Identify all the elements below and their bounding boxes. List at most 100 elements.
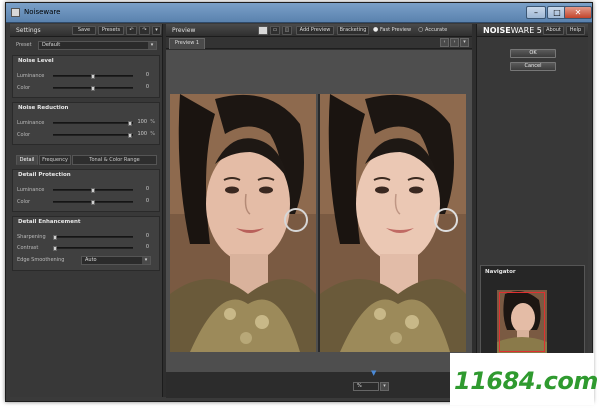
app-icon bbox=[11, 8, 20, 17]
original-photo bbox=[170, 94, 316, 352]
fast-preview-label: Fast Preview bbox=[380, 27, 412, 33]
navigator-panel: Navigator bbox=[480, 265, 585, 363]
split-divider[interactable] bbox=[318, 94, 320, 352]
percent-unit: % bbox=[150, 131, 155, 137]
chevron-down-icon[interactable]: ▾ bbox=[460, 38, 469, 47]
contrast-value: 0 bbox=[145, 244, 149, 250]
detail-protection-color-label: Color bbox=[17, 199, 31, 205]
right-header: NOISEWARE 5 About Help bbox=[477, 24, 588, 37]
ok-button[interactable]: OK bbox=[510, 49, 556, 58]
preset-select[interactable]: Default ▾ bbox=[38, 41, 157, 50]
edge-smoothening-select[interactable]: Auto ▾ bbox=[81, 256, 151, 265]
preset-label: Preset bbox=[16, 42, 32, 48]
settings-header: Settings Save Presets ↶ ↷ ▾ bbox=[10, 24, 162, 37]
chevron-down-icon[interactable]: ▾ bbox=[380, 382, 389, 391]
zoom-value: % bbox=[357, 383, 362, 389]
slider-thumb[interactable] bbox=[91, 74, 95, 79]
slider-thumb[interactable] bbox=[53, 246, 57, 251]
processed-photo bbox=[320, 94, 466, 352]
slider-thumb[interactable] bbox=[53, 235, 57, 240]
navigator-thumbnail[interactable] bbox=[497, 290, 547, 355]
detail-protection-color-row: Color 0 bbox=[17, 197, 155, 208]
help-button[interactable]: Help bbox=[566, 26, 585, 35]
tab-detail[interactable]: Detail bbox=[16, 155, 38, 165]
settings-title: Settings bbox=[16, 27, 41, 34]
noise-reduction-color-slider[interactable] bbox=[53, 133, 133, 138]
preview-panel: Preview ▭ ◫ Add Preview Bracketing ● Fas… bbox=[166, 24, 472, 398]
contrast-slider[interactable] bbox=[53, 246, 133, 251]
detail-tabs: Detail Frequency Tonal & Color Range bbox=[16, 155, 157, 165]
viewport-rectangle[interactable] bbox=[499, 292, 545, 352]
detail-protection-title: Detail Protection bbox=[18, 172, 71, 178]
noise-level-color-value: 0 bbox=[145, 84, 149, 90]
detail-enhancement-title: Detail Enhancement bbox=[18, 219, 81, 225]
slider-thumb[interactable] bbox=[128, 133, 132, 138]
chevron-left-icon[interactable]: ‹ bbox=[440, 38, 449, 47]
noise-reduction-luminance-value: 100 bbox=[137, 119, 147, 125]
noise-reduction-color-label: Color bbox=[17, 132, 31, 138]
noise-level-luminance-slider[interactable] bbox=[53, 74, 133, 79]
portrait-original-image bbox=[170, 94, 316, 352]
slider-thumb[interactable] bbox=[91, 200, 95, 205]
brand-logo: NOISEWARE 5 bbox=[483, 26, 542, 35]
save-button[interactable]: Save bbox=[72, 26, 96, 35]
zoom-bar: ▼ % ▾ bbox=[166, 369, 472, 398]
preview-canvas[interactable] bbox=[166, 50, 472, 372]
noise-level-color-slider[interactable] bbox=[53, 86, 133, 91]
noise-reduction-luminance-slider[interactable] bbox=[53, 121, 133, 126]
site-watermark: 11684.com bbox=[450, 353, 598, 405]
noise-level-group: Noise Level Luminance 0 Color 0 bbox=[12, 55, 160, 98]
preview-title: Preview bbox=[172, 27, 196, 34]
sharpening-value: 0 bbox=[145, 233, 149, 239]
noise-reduction-luminance-label: Luminance bbox=[17, 120, 45, 126]
redo-icon[interactable]: ↷ bbox=[139, 26, 150, 35]
undo-icon[interactable]: ↶ bbox=[126, 26, 137, 35]
menu-arrow-icon[interactable]: ▾ bbox=[152, 26, 161, 35]
chevron-down-icon: ▾ bbox=[142, 257, 150, 264]
bracketing-button[interactable]: Bracketing bbox=[337, 26, 369, 35]
title-bar[interactable]: Noiseware – □ ✕ bbox=[6, 3, 592, 23]
split-horizontal-icon[interactable]: ▭ bbox=[270, 26, 280, 35]
cancel-button[interactable]: Cancel bbox=[510, 62, 556, 71]
watermark-text: 11684.com bbox=[454, 367, 598, 395]
accurate-radio-icon[interactable]: ○ bbox=[418, 26, 423, 33]
detail-protection-luminance-value: 0 bbox=[145, 186, 149, 192]
settings-panel: Settings Save Presets ↶ ↷ ▾ Preset Defau… bbox=[10, 24, 163, 397]
single-view-icon[interactable] bbox=[258, 26, 268, 35]
detail-protection-luminance-row: Luminance 0 bbox=[17, 185, 155, 196]
detail-protection-luminance-slider[interactable] bbox=[53, 188, 133, 193]
detail-protection-color-slider[interactable] bbox=[53, 200, 133, 205]
tab-tonal-color-range[interactable]: Tonal & Color Range bbox=[72, 155, 157, 165]
sharpening-row: Sharpening 0 bbox=[17, 232, 155, 243]
contrast-row: Contrast 0 bbox=[17, 243, 155, 254]
pan-position-icon[interactable]: ▼ bbox=[371, 369, 376, 377]
edge-smoothening-label: Edge Smoothening bbox=[17, 257, 65, 263]
edge-smoothening-value: Auto bbox=[85, 257, 97, 263]
add-preview-button[interactable]: Add Preview bbox=[296, 26, 334, 35]
noise-level-luminance-row: Luminance 0 bbox=[17, 71, 155, 82]
fast-preview-radio-icon[interactable]: ● bbox=[373, 26, 378, 33]
split-vertical-icon[interactable]: ◫ bbox=[282, 26, 292, 35]
tab-frequency[interactable]: Frequency bbox=[39, 155, 71, 165]
noise-level-luminance-label: Luminance bbox=[17, 73, 45, 79]
noise-level-luminance-value: 0 bbox=[145, 72, 149, 78]
noise-reduction-luminance-row: Luminance 100 % bbox=[17, 118, 155, 129]
close-button[interactable]: ✕ bbox=[564, 6, 592, 19]
chevron-right-icon[interactable]: › bbox=[450, 38, 459, 47]
percent-unit: % bbox=[150, 119, 155, 125]
accurate-label: Accurate bbox=[425, 27, 448, 33]
slider-thumb[interactable] bbox=[91, 188, 95, 193]
noise-reduction-color-row: Color 100 % bbox=[17, 130, 155, 141]
sharpening-label: Sharpening bbox=[17, 234, 46, 240]
noise-level-color-row: Color 0 bbox=[17, 83, 155, 94]
tab-preview-1[interactable]: Preview 1 bbox=[169, 38, 205, 49]
presets-button[interactable]: Presets bbox=[98, 26, 124, 35]
window-title: Noiseware bbox=[24, 8, 61, 16]
about-button[interactable]: About bbox=[543, 26, 564, 35]
slider-thumb[interactable] bbox=[91, 86, 95, 91]
sharpening-slider[interactable] bbox=[53, 235, 133, 240]
detail-protection-group: Detail Protection Luminance 0 Color 0 bbox=[12, 169, 160, 212]
slider-thumb[interactable] bbox=[128, 121, 132, 126]
zoom-select[interactable]: % bbox=[353, 382, 379, 391]
minimize-button[interactable]: – bbox=[526, 6, 546, 19]
